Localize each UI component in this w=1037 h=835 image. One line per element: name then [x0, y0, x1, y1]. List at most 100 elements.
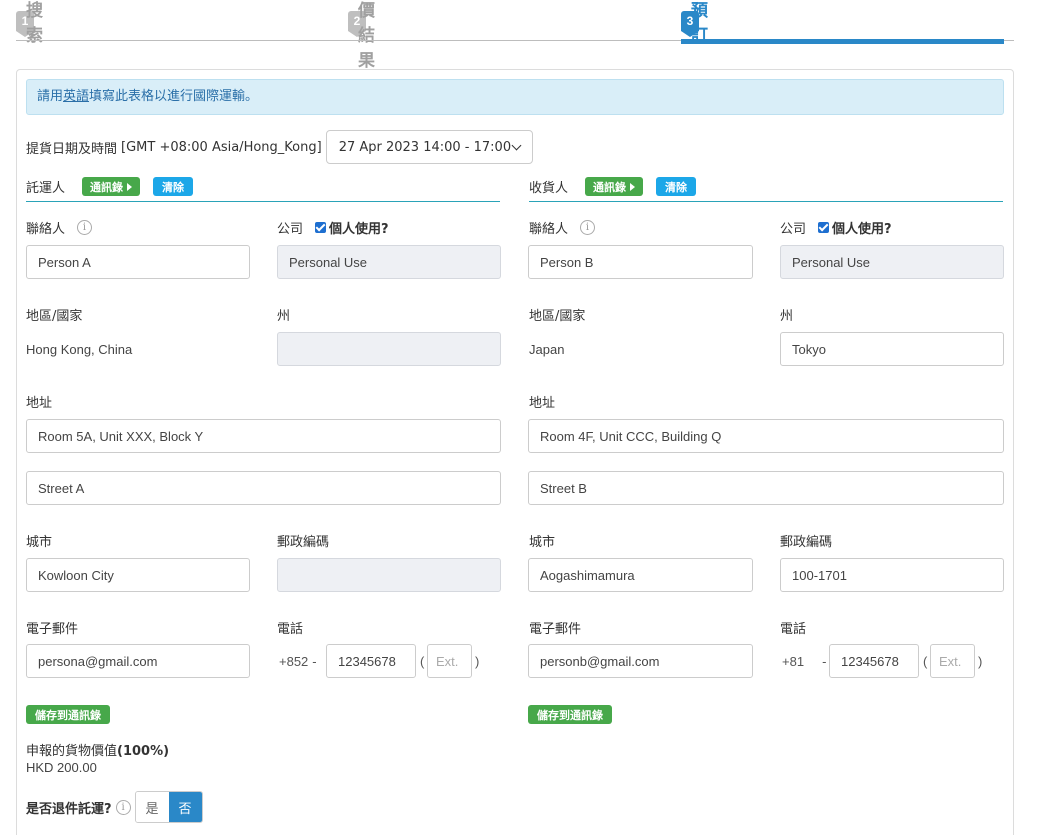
shipper-header: 託運人 通訊錄 清除 [26, 172, 500, 202]
active-step-indicator [681, 39, 1004, 44]
phone-code-text: +81 [782, 653, 805, 669]
close-paren: ) [978, 653, 983, 669]
declared-value-label: 申報的貨物價值(100%) [26, 740, 169, 759]
shipper-city-input[interactable]: Kowloon City [26, 558, 250, 592]
shipper-company-label: 公司 個人使用? [277, 218, 389, 237]
personal-use-label: 個人使用? [329, 221, 389, 237]
declared-value-amount: HKD 200.00 [26, 760, 97, 775]
consignee-save-to-book-button[interactable]: 儲存到通訊錄 [528, 705, 612, 724]
consignee-contact-label: 聯絡人 i [529, 218, 596, 237]
notice-english-link[interactable]: 英語 [63, 89, 89, 104]
shipper-region-value: Hong Kong, China [26, 341, 133, 357]
english-notice: 請用英語填寫此表格以進行國際運輸。 [26, 79, 1004, 115]
shipper-city-label: 城市 [26, 534, 53, 550]
shipper-address-line2[interactable]: Street A [26, 471, 501, 505]
consignee-city-label: 城市 [529, 534, 556, 550]
consignee-title: 收貨人 [529, 181, 569, 196]
consignee-address-line2[interactable]: Street B [528, 471, 1004, 505]
consignee-contact-input[interactable]: Person B [528, 245, 753, 279]
shipper-company-input[interactable]: Personal Use [277, 245, 501, 279]
consignee-state-input[interactable]: Tokyo [780, 332, 1004, 366]
phone-code-text: +852 [279, 653, 309, 669]
return-no-option[interactable]: 否 [168, 792, 202, 822]
shipper-region-label: 地區/國家 [26, 308, 83, 324]
button-label: 通訊錄 [593, 180, 626, 194]
shipper-email-label: 電子郵件 [26, 621, 79, 637]
return-yes-option[interactable]: 是 [135, 792, 169, 822]
shipper-address-line1[interactable]: Room 5A, Unit XXX, Block Y [26, 419, 501, 453]
consignee-email-input[interactable]: personb@gmail.com [528, 644, 753, 678]
consignee-region-label: 地區/國家 [529, 308, 586, 324]
consignee-phone-code: +81 - [782, 644, 826, 678]
shipper-contact-input[interactable]: Person A [26, 245, 250, 279]
consignee-address-label: 地址 [529, 395, 556, 411]
shipper-state-label: 州 [277, 308, 291, 324]
chevron-down-icon [511, 140, 522, 150]
shipper-ext-input[interactable]: Ext. [427, 644, 472, 678]
open-paren: ( [420, 653, 425, 669]
step-label: 報價結果 [358, 1, 375, 71]
consignee-state-label: 州 [780, 308, 794, 324]
shipper-phone-label: 電話 [277, 621, 304, 637]
shipper-address-label: 地址 [26, 395, 53, 411]
consignee-region-value: Japan [529, 341, 565, 357]
return-shipment-row: 是否退件託運? i 是 否 [26, 791, 203, 823]
consignee-address-book-button[interactable]: 通訊錄 [585, 177, 643, 196]
info-icon[interactable]: i [580, 219, 596, 235]
consignee-email-label: 電子郵件 [529, 621, 582, 637]
info-icon[interactable]: i [115, 799, 131, 815]
step-label: 預訂 [691, 1, 708, 46]
shipper-title: 託運人 [26, 181, 66, 196]
label-text: 公司 [277, 221, 304, 237]
consignee-company-label: 公司 個人使用? [780, 218, 892, 237]
shipper-phone-code: +852- [279, 644, 317, 678]
return-shipment-toggle: 是 否 [134, 791, 203, 823]
shipper-contact-label: 聯絡人 i [26, 218, 93, 237]
pickup-time-select[interactable]: 27 Apr 2023 14:00 - 17:00 [325, 130, 533, 164]
personal-use-label: 個人使用? [832, 221, 892, 237]
pickup-datetime-row: 提貨日期及時間 [GMT +08:00 Asia/Hong_Kong] 27 A… [26, 130, 533, 164]
consignee-postal-input[interactable]: 100-1701 [780, 558, 1004, 592]
close-paren: ) [475, 653, 480, 669]
open-paren: ( [923, 653, 928, 669]
consignee-postal-label: 郵政編碼 [780, 534, 833, 550]
shipper-postal-input[interactable] [277, 558, 501, 592]
consignee-clear-button[interactable]: 清除 [656, 177, 696, 196]
button-label: 通訊錄 [90, 180, 123, 194]
shipper-save-to-book-button[interactable]: 儲存到通訊錄 [26, 705, 110, 724]
shipper-email-input[interactable]: persona@gmail.com [26, 644, 250, 678]
progress-steps: 1 搜索 2 報價結果 3 預訂 [16, 0, 1014, 71]
info-icon[interactable]: i [77, 219, 93, 235]
return-shipment-label: 是否退件託運? [26, 801, 112, 817]
pickup-timezone: [GMT +08:00 Asia/Hong_Kong] [121, 139, 322, 155]
notice-prefix: 請用 [37, 89, 64, 104]
caret-right-icon [630, 182, 635, 191]
shipper-clear-button[interactable]: 清除 [153, 177, 193, 196]
consignee-address-line1[interactable]: Room 4F, Unit CCC, Building Q [528, 419, 1004, 453]
phone-dash: - [312, 653, 317, 669]
declared-percent: (100%) [117, 744, 170, 759]
consignee-company-input[interactable]: Personal Use [780, 245, 1004, 279]
consignee-phone-input[interactable]: 12345678 [829, 644, 919, 678]
shipper-personal-use-checkbox[interactable] [315, 221, 327, 233]
label-text: 聯絡人 [529, 221, 569, 237]
step-search[interactable]: 1 搜索 [16, 1, 43, 46]
consignee-ext-input[interactable]: Ext. [930, 644, 975, 678]
consignee-phone-label: 電話 [780, 621, 807, 637]
label-text: 公司 [780, 221, 807, 237]
consignee-header: 收貨人 通訊錄 清除 [529, 172, 1003, 202]
phone-dash: - [822, 653, 827, 669]
shipper-state-input[interactable] [277, 332, 501, 366]
step-label: 搜索 [26, 1, 43, 46]
consignee-personal-use-checkbox[interactable] [818, 221, 830, 233]
shipper-phone-input[interactable]: 12345678 [326, 644, 416, 678]
shipper-address-book-button[interactable]: 通訊錄 [82, 177, 140, 196]
notice-suffix: 填寫此表格以進行國際運輸。 [89, 89, 259, 104]
declared-label-text: 申報的貨物價值 [26, 744, 118, 759]
label-text: 聯絡人 [26, 221, 66, 237]
consignee-city-input[interactable]: Aogashimamura [528, 558, 753, 592]
step-quote-results[interactable]: 2 報價結果 [348, 1, 375, 71]
caret-right-icon [127, 182, 132, 191]
step-booking[interactable]: 3 預訂 [681, 1, 708, 46]
pickup-time-value: 27 Apr 2023 14:00 - 17:00 [338, 139, 512, 155]
